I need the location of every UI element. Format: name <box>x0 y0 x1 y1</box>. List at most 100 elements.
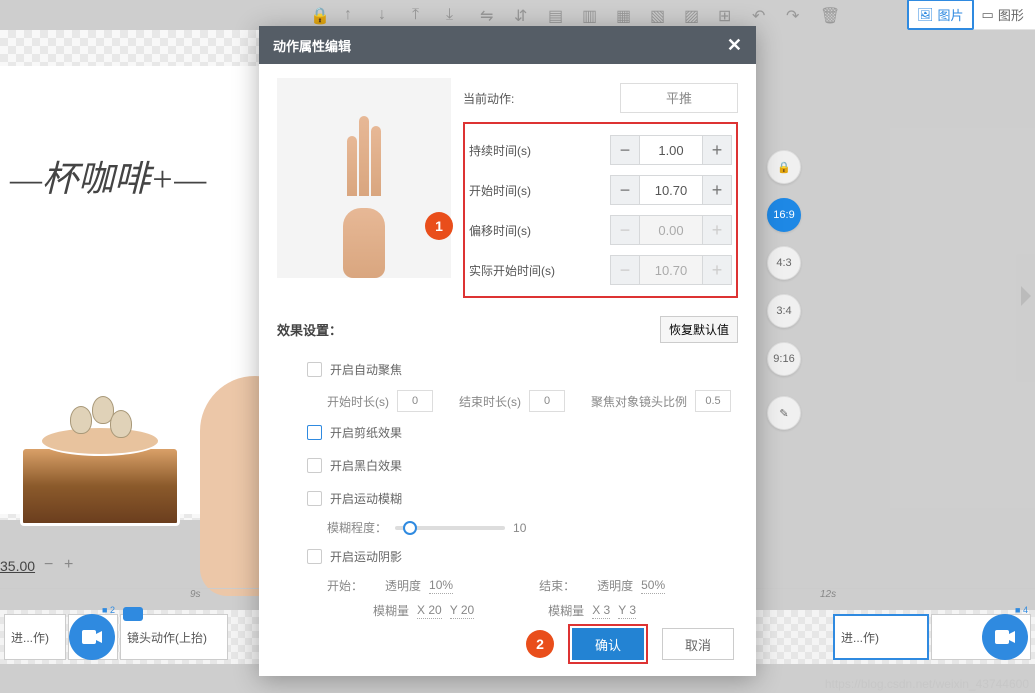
align-right-icon[interactable]: ▦ <box>616 6 632 22</box>
clip-1[interactable]: 进...作) <box>4 614 66 660</box>
undo-icon[interactable]: ↶ <box>752 6 768 22</box>
tab-image-label: 图片 <box>938 5 964 24</box>
motion-shadow-row: 开启运动阴影 <box>277 540 738 573</box>
duration-input[interactable] <box>640 135 702 165</box>
highlighted-props-box: 持续时间(s) − + 开始时间(s) − + <box>463 122 738 298</box>
paper-cut-checkbox[interactable] <box>307 425 322 440</box>
opacity-start-value[interactable]: 10% <box>429 578 453 594</box>
hand-icon <box>337 108 391 278</box>
start-time-stepper: − + <box>610 175 732 205</box>
blur-level-row: 模糊程度： 10 <box>277 515 738 540</box>
blur-level-label: 模糊程度： <box>327 519 387 536</box>
offset-stepper: − + <box>610 215 732 245</box>
effects-title-text: 效果设置： <box>277 320 342 339</box>
flip-h-icon[interactable]: ⇋ <box>480 6 496 22</box>
time-display[interactable]: 35.00 <box>0 558 35 574</box>
redo-icon[interactable]: ↷ <box>786 6 802 22</box>
slider-thumb-icon[interactable] <box>403 521 417 535</box>
clip-camera-1[interactable]: ■ 2 <box>68 614 118 660</box>
to-top-icon[interactable]: ⤒ <box>412 6 428 22</box>
to-bottom-icon[interactable]: ⤓ <box>446 6 462 22</box>
clip-3-selected[interactable]: 进...作) <box>833 614 929 660</box>
top-toolbar: 🔒 ↑ ↓ ⤒ ⤓ ⇋ ⇵ ▤ ▥ ▦ ▧ ▨ ⊞ ↶ ↷ 🗑 <box>310 2 836 26</box>
duration-plus-button[interactable]: + <box>702 135 732 165</box>
current-action-value: 平推 <box>620 83 738 113</box>
actual-start-plus-button: + <box>702 255 732 285</box>
callout-marker-2: 2 <box>526 630 554 658</box>
ruler-mark-12s: 12s <box>820 589 836 600</box>
bw-checkbox[interactable] <box>307 458 322 473</box>
time-minus-icon[interactable]: − <box>44 556 60 572</box>
flip-v-icon[interactable]: ⇵ <box>514 6 530 22</box>
close-icon[interactable]: ✕ <box>727 35 742 56</box>
motion-shadow-label: 开启运动阴影 <box>330 548 402 565</box>
focus-end-input[interactable] <box>529 390 565 412</box>
clip-camera-2[interactable]: ■ 4 <box>931 614 1031 660</box>
align-center-icon[interactable]: ▥ <box>582 6 598 22</box>
distribute-icon[interactable]: ⊞ <box>718 6 734 22</box>
align-left-icon[interactable]: ▤ <box>548 6 564 22</box>
motion-shadow-checkbox[interactable] <box>307 549 322 564</box>
action-property-dialog: 动作属性编辑 ✕ 1 当前动作: 平推 持续时间 <box>259 26 756 676</box>
right-tabs: 🖼 图片 ▭ 图形 <box>907 0 1035 30</box>
time-stepper: − + <box>44 556 80 572</box>
blur-amount-label-1: 模糊量 <box>373 602 409 619</box>
focus-ratio-input[interactable] <box>695 390 731 412</box>
motion-blur-checkbox[interactable] <box>307 491 322 506</box>
clip-1-label: 进...作) <box>11 629 49 646</box>
ruler-mark-9s: 9s <box>190 589 201 600</box>
focus-start-input[interactable] <box>397 390 433 412</box>
ratio-3-4-button[interactable]: 3:4 <box>767 294 801 328</box>
blur-y2-value[interactable]: Y 3 <box>618 603 636 619</box>
motion-blur-row: 开启运动模糊 <box>277 482 738 515</box>
auto-focus-checkbox[interactable] <box>307 362 322 377</box>
time-plus-icon[interactable]: + <box>64 556 80 572</box>
shadow-opacity-row: 开始： 透明度 10% 结束： 透明度 50% <box>277 573 738 598</box>
bw-label: 开启黑白效果 <box>330 457 402 474</box>
tab-shape[interactable]: ▭ 图形 <box>974 1 1032 28</box>
image-icon: 🖼 <box>917 7 934 23</box>
clip-num-4: ■ 4 <box>1015 605 1028 615</box>
align-top-icon[interactable]: ▧ <box>650 6 666 22</box>
confirm-button[interactable]: 确认 <box>572 628 644 660</box>
blur-slider[interactable] <box>395 526 505 530</box>
start-time-input[interactable] <box>640 175 702 205</box>
opacity-end-value[interactable]: 50% <box>641 578 665 594</box>
focus-start-label: 开始时长(s) <box>327 393 389 410</box>
tab-image[interactable]: 🖼 图片 <box>907 0 974 30</box>
arrow-up-icon[interactable]: ↑ <box>344 6 360 22</box>
ratio-16-9-button[interactable]: 16:9 <box>767 198 801 232</box>
lock-ratio-button[interactable]: 🔒 <box>767 150 801 184</box>
blur-x1-value[interactable]: X 20 <box>417 603 442 619</box>
blur-amount-label-2: 模糊量 <box>548 602 584 619</box>
paper-cut-label: 开启剪纸效果 <box>330 424 402 441</box>
cake-illustration <box>20 386 200 546</box>
start-time-minus-button[interactable]: − <box>610 175 640 205</box>
clip-3-label: 进...作) <box>841 629 879 646</box>
lock-icon[interactable]: 🔒 <box>310 6 326 22</box>
confirm-highlight-box: 确认 <box>568 624 648 664</box>
ratio-4-3-button[interactable]: 4:3 <box>767 246 801 280</box>
preview-thumbnail: 1 <box>277 78 451 278</box>
auto-focus-label: 开启自动聚焦 <box>330 361 402 378</box>
ratio-9-16-button[interactable]: 9:16 <box>767 342 801 376</box>
start-time-plus-button[interactable]: + <box>702 175 732 205</box>
arrow-down-icon[interactable]: ↓ <box>378 6 394 22</box>
edit-pencil-button[interactable]: ✎ <box>767 396 801 430</box>
align-bottom-icon[interactable]: ▨ <box>684 6 700 22</box>
blur-y1-value[interactable]: Y 20 <box>450 603 474 619</box>
cancel-button[interactable]: 取消 <box>662 628 734 660</box>
bw-row: 开启黑白效果 <box>277 449 738 482</box>
offset-minus-button: − <box>610 215 640 245</box>
shadow-start-label: 开始： <box>327 577 363 594</box>
effects-section-title: 效果设置： 恢复默认值 <box>277 316 738 343</box>
duration-minus-button[interactable]: − <box>610 135 640 165</box>
trash-icon[interactable]: 🗑 <box>820 6 836 22</box>
blur-x2-value[interactable]: X 3 <box>592 603 610 619</box>
dialog-header: 动作属性编辑 ✕ <box>259 26 756 64</box>
actual-start-input <box>640 255 702 285</box>
aspect-ratio-buttons: 🔒 16:9 4:3 3:4 9:16 <box>767 150 801 376</box>
expand-right-icon[interactable] <box>1021 286 1031 306</box>
restore-defaults-button[interactable]: 恢复默认值 <box>660 316 738 343</box>
clip-2[interactable]: 镜头动作(上抬) <box>120 614 228 660</box>
